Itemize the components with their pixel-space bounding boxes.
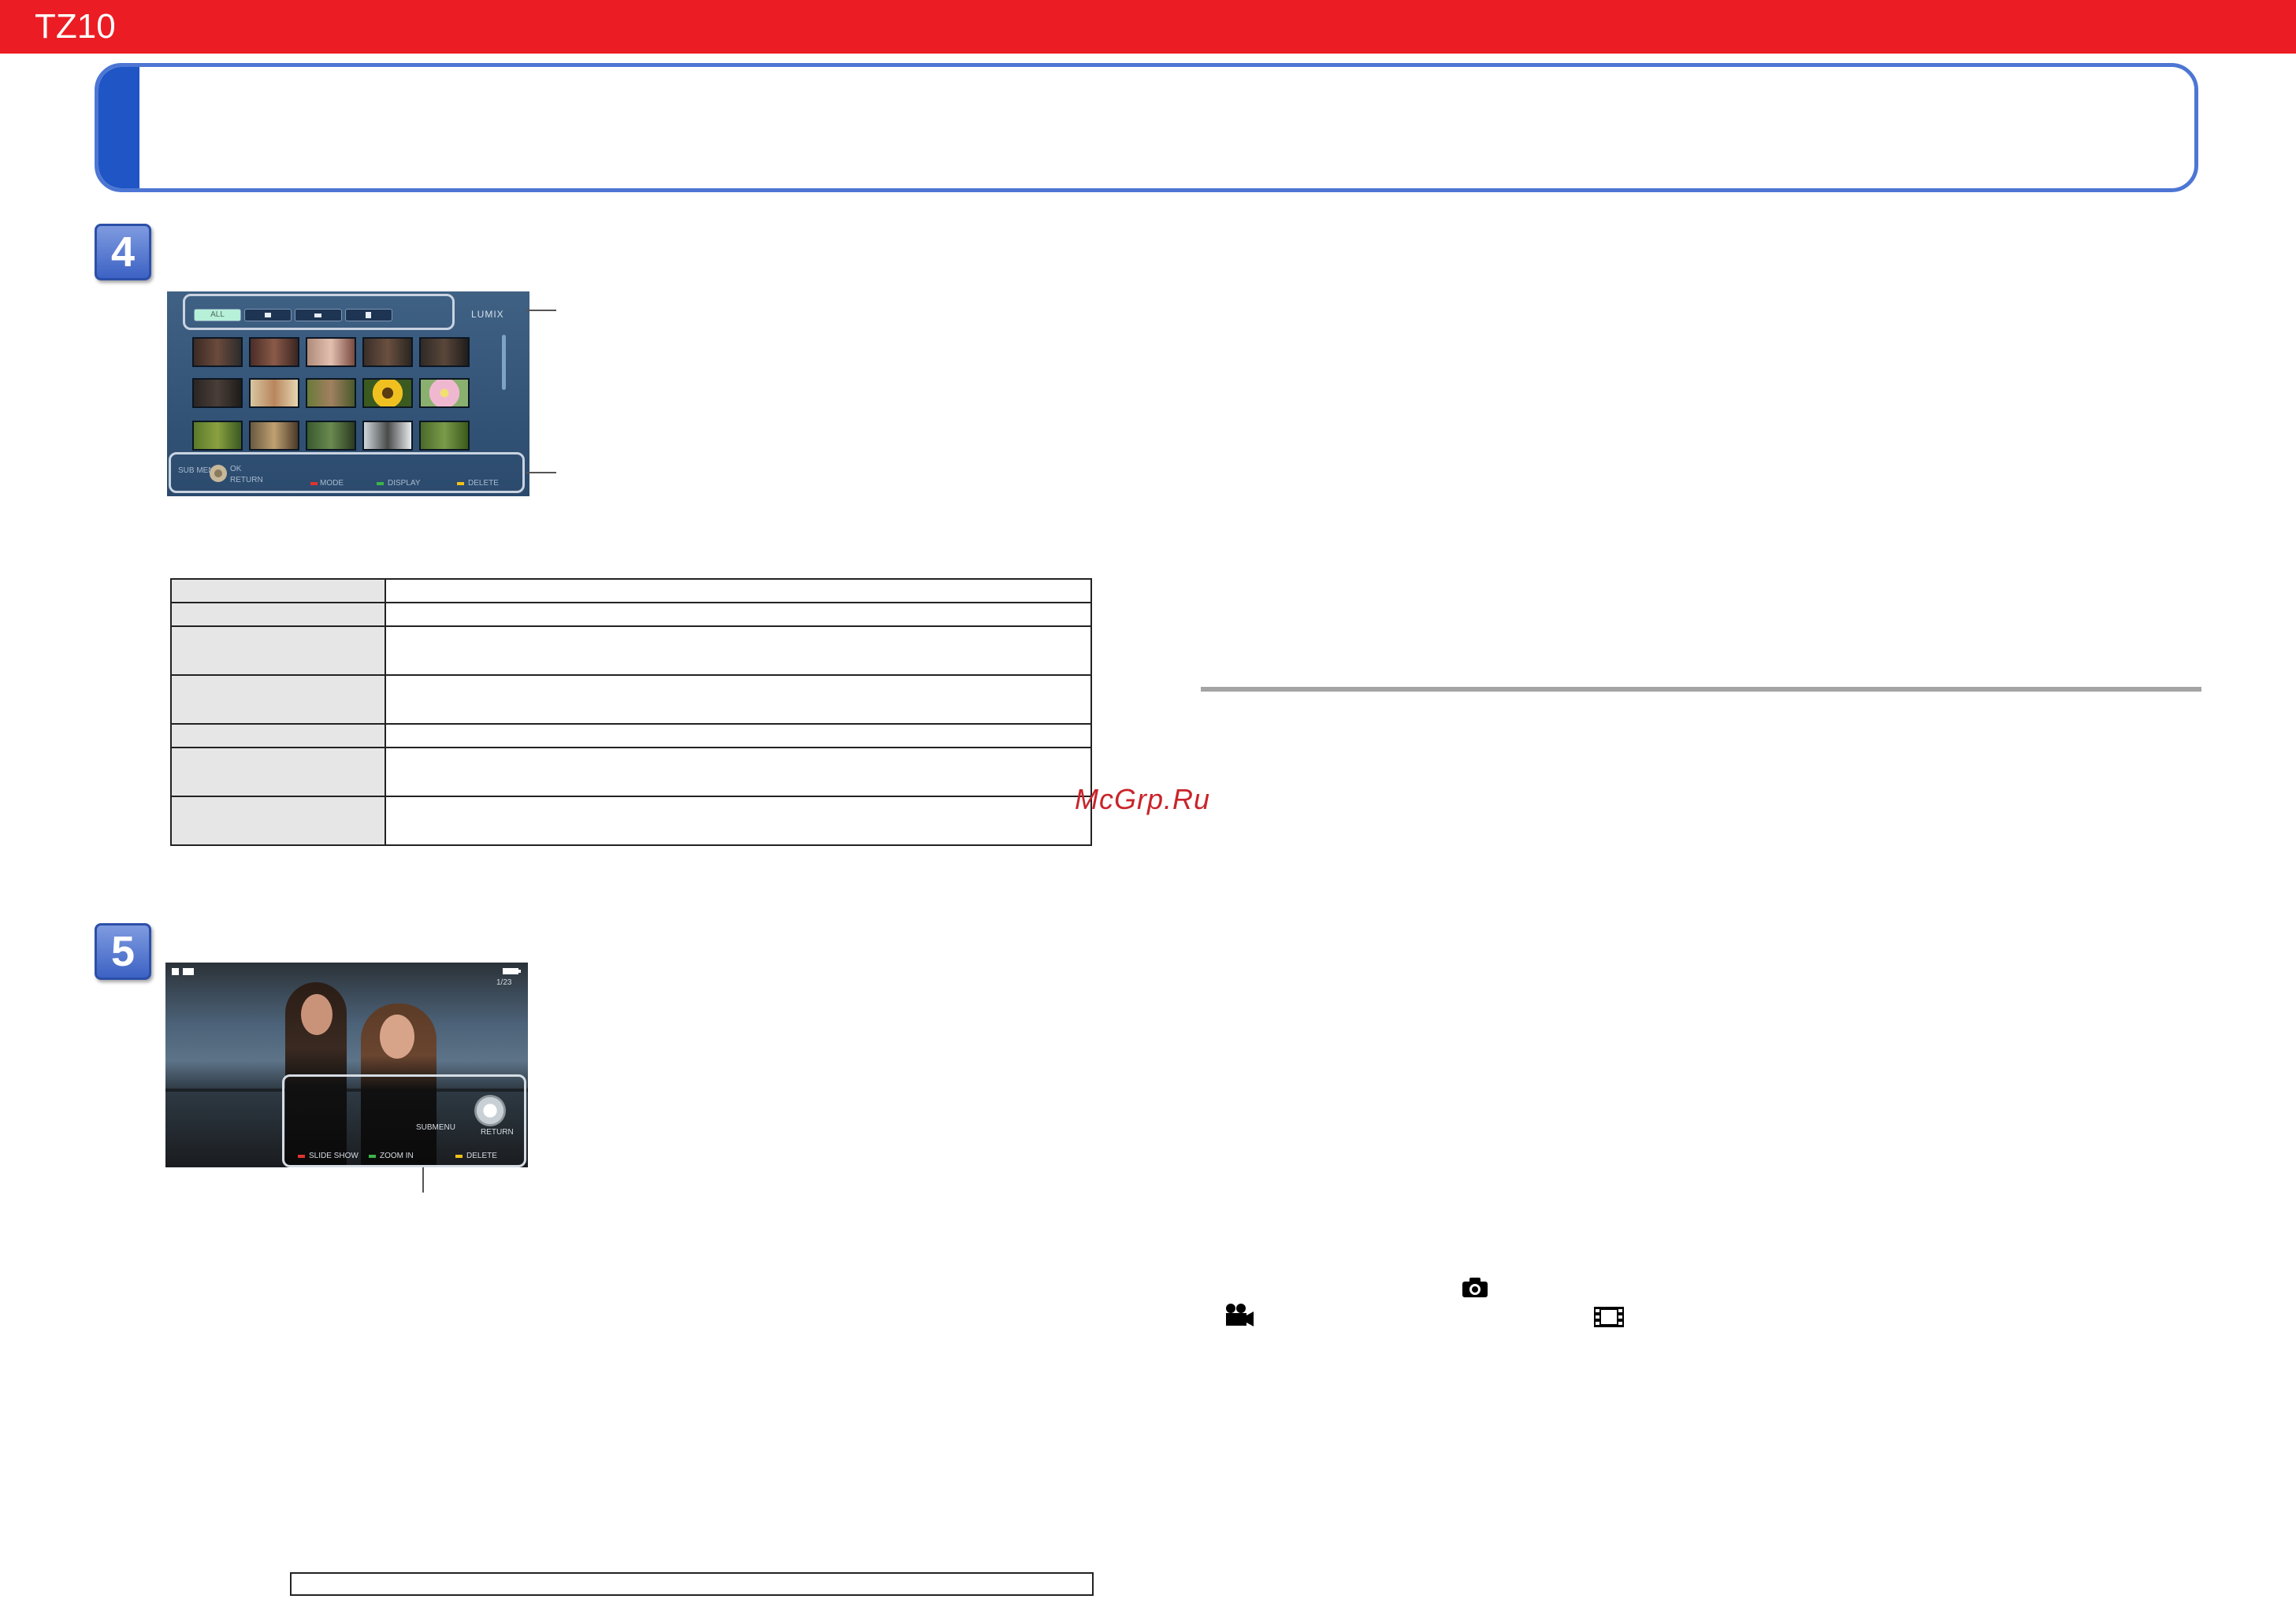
- section-title-box: [95, 63, 2198, 192]
- table-value-cell: [385, 625, 1092, 676]
- hint-slide-show: SLIDE SHOW: [309, 1152, 359, 1160]
- hint-return: RETURN: [230, 476, 263, 484]
- model-name: TZ10: [35, 7, 116, 46]
- note-box: [290, 1572, 1094, 1596]
- step-5-badge: 5: [95, 923, 151, 980]
- viera-menu-screenshot: ALL LUMIX SUB MENU OK RETURN MODE DISPLA…: [167, 291, 529, 496]
- hint-ok: OK: [230, 465, 242, 473]
- tab-photos[interactable]: [244, 309, 292, 321]
- table-key-cell: [170, 723, 386, 748]
- camera-icon: [265, 313, 271, 317]
- thumbnail[interactable]: [192, 421, 243, 451]
- table-key-cell: [170, 747, 386, 797]
- photo-face: [380, 1015, 414, 1059]
- table-key-cell: [170, 796, 386, 846]
- hint-return: RETURN: [481, 1128, 514, 1137]
- camera-icon: [1462, 1278, 1488, 1297]
- battery-icon: [503, 968, 521, 974]
- thumbnail[interactable]: [362, 378, 413, 408]
- hint-delete: DELETE: [468, 479, 499, 488]
- tab-other[interactable]: [345, 309, 392, 321]
- footer-callout-line: [526, 472, 556, 473]
- tabs-callout-line: [526, 310, 556, 311]
- yellow-button-icon: [457, 482, 464, 485]
- thumbnail[interactable]: [249, 337, 299, 367]
- watermark: McGrp.Ru: [1075, 783, 1211, 815]
- ok-wheel-icon: [210, 465, 227, 482]
- thumbnail[interactable]: [419, 378, 470, 408]
- thumbnail[interactable]: [419, 337, 470, 367]
- osd-callout-line: [422, 1167, 424, 1193]
- title-accent: [98, 67, 139, 188]
- filmstrip-icon: [366, 312, 371, 318]
- dpad-icon: [474, 1095, 506, 1126]
- hint-display: DISPLAY: [388, 479, 421, 488]
- thumbnail[interactable]: [192, 337, 243, 367]
- section-divider: [1201, 687, 2201, 692]
- table-value-cell: [385, 602, 1092, 627]
- brand-label: LUMIX: [471, 309, 504, 320]
- step-4-badge: 4: [95, 224, 151, 280]
- operations-table: [170, 578, 1092, 846]
- thumbnail[interactable]: [306, 337, 356, 367]
- green-button-icon: [369, 1155, 376, 1158]
- playback-screenshot: 1/23 SUBMENU RETURN SLIDE SHOW ZOOM IN D…: [165, 963, 528, 1167]
- thumbnail[interactable]: [306, 421, 356, 451]
- thumbnail[interactable]: [192, 378, 243, 408]
- hint-mode: MODE: [320, 479, 344, 488]
- thumbnail[interactable]: [362, 421, 413, 451]
- thumbnail[interactable]: [362, 337, 413, 367]
- movie-camera-icon: [1226, 1304, 1254, 1326]
- tab-all[interactable]: ALL: [194, 309, 241, 321]
- photo-face: [301, 994, 333, 1035]
- yellow-button-icon: [455, 1155, 463, 1158]
- thumbnail[interactable]: [249, 421, 299, 451]
- table-key-cell: [170, 674, 386, 725]
- red-button-icon: [298, 1155, 305, 1158]
- table-value-cell: [385, 723, 1092, 748]
- playback-mode-icon: [172, 968, 194, 975]
- table-key-cell: [170, 578, 386, 603]
- table-value-cell: [385, 796, 1092, 846]
- hint-submenu: SUBMENU: [416, 1123, 456, 1132]
- scrollbar[interactable]: [502, 335, 506, 390]
- red-button-icon: [310, 482, 318, 485]
- thumbnail[interactable]: [306, 378, 356, 408]
- hint-delete: DELETE: [466, 1152, 497, 1160]
- table-key-cell: [170, 602, 386, 627]
- thumbnail[interactable]: [419, 421, 470, 451]
- table-key-cell: [170, 625, 386, 676]
- movie-camera-icon: [314, 313, 321, 317]
- table-value-cell: [385, 674, 1092, 725]
- filmstrip-icon: [1594, 1307, 1624, 1327]
- photo-counter: 1/23: [496, 978, 512, 987]
- tab-movies[interactable]: [295, 309, 342, 321]
- header-bar: TZ10: [0, 0, 2296, 54]
- table-value-cell: [385, 578, 1092, 603]
- hint-zoom-in: ZOOM IN: [380, 1152, 414, 1160]
- green-button-icon: [377, 482, 384, 485]
- thumbnail[interactable]: [249, 378, 299, 408]
- table-value-cell: [385, 747, 1092, 797]
